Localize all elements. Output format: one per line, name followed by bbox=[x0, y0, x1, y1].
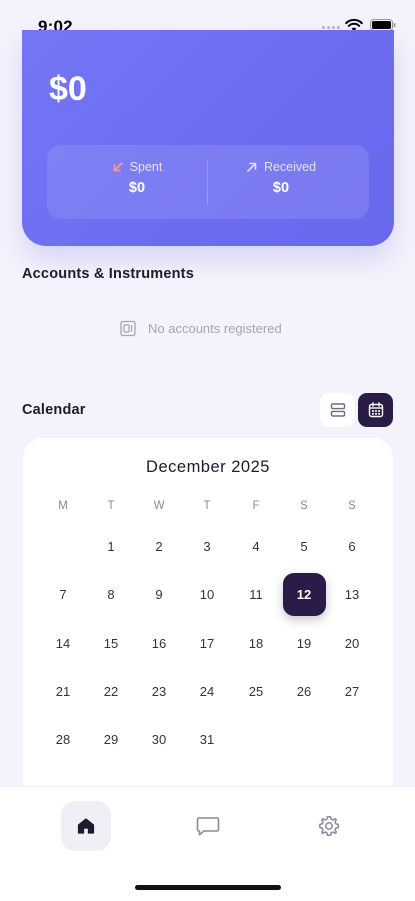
calendar-day[interactable]: 18 bbox=[236, 624, 276, 664]
calendar-day[interactable]: 29 bbox=[91, 720, 131, 760]
chat-icon bbox=[196, 817, 220, 836]
flow-summary: Spent $0 Received $0 bbox=[47, 145, 369, 219]
list-view-button[interactable] bbox=[320, 393, 355, 427]
weekday-label: M bbox=[58, 500, 68, 512]
balance-card: $0 Spent $0 Received $0 bbox=[22, 30, 394, 246]
calendar-day[interactable]: 24 bbox=[187, 672, 227, 712]
calendar-day[interactable]: 4 bbox=[236, 527, 276, 567]
weekday-label: W bbox=[153, 500, 165, 512]
calendar-day[interactable]: 9 bbox=[139, 575, 179, 615]
calendar-day[interactable]: 8 bbox=[91, 575, 131, 615]
calendar-day[interactable]: 26 bbox=[284, 672, 324, 712]
weekday-label: S bbox=[300, 500, 308, 512]
calendar-day[interactable]: 22 bbox=[91, 672, 131, 712]
calendar-day[interactable]: 15 bbox=[91, 624, 131, 664]
calendar-day[interactable]: 11 bbox=[236, 575, 276, 615]
view-toggle bbox=[320, 393, 394, 427]
accounts-section-title: Accounts & Instruments bbox=[22, 266, 194, 282]
calendar-day[interactable]: 25 bbox=[236, 672, 276, 712]
calendar-day[interactable]: 31 bbox=[187, 720, 227, 760]
nav-home-button[interactable] bbox=[61, 801, 111, 851]
received-summary: Received $0 bbox=[207, 160, 355, 196]
gear-icon bbox=[319, 816, 339, 836]
month-title: December 2025 bbox=[146, 458, 270, 476]
bottom-nav bbox=[0, 786, 415, 901]
calendar-day[interactable]: 28 bbox=[43, 720, 83, 760]
calendar-day[interactable]: 6 bbox=[332, 527, 372, 567]
calendar-day[interactable]: 3 bbox=[187, 527, 227, 567]
calendar-day[interactable]: 30 bbox=[139, 720, 179, 760]
balance-total: $0 bbox=[49, 70, 87, 108]
spent-summary: Spent $0 bbox=[57, 160, 217, 196]
calendar-day[interactable]: 14 bbox=[43, 624, 83, 664]
calendar-day[interactable]: 10 bbox=[187, 575, 227, 615]
received-value: $0 bbox=[272, 180, 290, 196]
list-icon bbox=[330, 403, 345, 417]
wallet-icon bbox=[120, 320, 136, 337]
calendar-day-selected[interactable]: 12 bbox=[282, 573, 326, 616]
spent-value: $0 bbox=[128, 180, 146, 196]
weekday-label: T bbox=[107, 500, 115, 512]
calendar-day[interactable]: 17 bbox=[187, 624, 227, 664]
calendar-day[interactable]: 5 bbox=[284, 527, 324, 567]
nav-settings-button[interactable] bbox=[304, 801, 354, 851]
nav-messages-button[interactable] bbox=[183, 801, 233, 851]
calendar-day[interactable]: 13 bbox=[332, 575, 372, 615]
empty-accounts-state: No accounts registered bbox=[120, 320, 282, 337]
calendar-day[interactable]: 2 bbox=[139, 527, 179, 567]
received-label: Received bbox=[263, 160, 317, 174]
weekday-label: T bbox=[203, 500, 211, 512]
home-indicator bbox=[135, 885, 281, 890]
calendar-day[interactable]: 20 bbox=[332, 624, 372, 664]
calendar-view-button[interactable] bbox=[358, 393, 393, 427]
empty-accounts-text: No accounts registered bbox=[148, 321, 282, 336]
home-icon bbox=[77, 818, 95, 834]
calendar-icon bbox=[368, 402, 383, 418]
arrow-down-left-icon bbox=[113, 162, 123, 172]
calendar-day[interactable]: 19 bbox=[284, 624, 324, 664]
spent-label: Spent bbox=[129, 160, 163, 174]
weekday-label: S bbox=[348, 500, 356, 512]
arrow-up-right-icon bbox=[247, 162, 257, 172]
calendar-day[interactable]: 16 bbox=[139, 624, 179, 664]
weekday-label: F bbox=[252, 500, 260, 512]
calendar-day[interactable]: 27 bbox=[332, 672, 372, 712]
calendar-day[interactable]: 21 bbox=[43, 672, 83, 712]
calendar-day[interactable]: 23 bbox=[139, 672, 179, 712]
calendar-section-title: Calendar bbox=[22, 402, 86, 418]
calendar-day[interactable]: 7 bbox=[43, 575, 83, 615]
calendar-day[interactable]: 1 bbox=[91, 527, 131, 567]
calendar-card: December 2025 M T W T F S S 1 2 3 4 5 6 7 8 9 10 11 12 13 14… bbox=[23, 438, 393, 798]
